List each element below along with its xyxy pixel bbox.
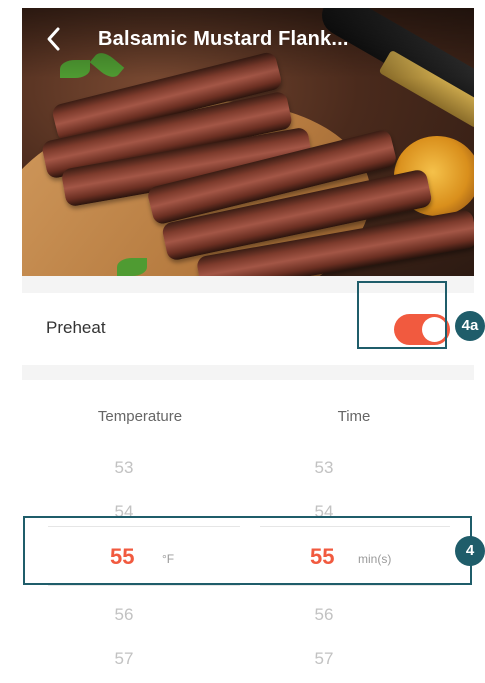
annotation-badge-4a: 4a [455, 311, 485, 341]
selection-line-bottom [48, 585, 240, 586]
time-option[interactable]: 53 [294, 458, 354, 478]
temperature-option[interactable]: 57 [94, 649, 154, 669]
time-option[interactable]: 56 [294, 605, 354, 625]
chevron-left-icon [47, 27, 60, 51]
temperature-option[interactable]: 56 [94, 605, 154, 625]
annotation-box-picker [23, 516, 472, 585]
temperature-option[interactable]: 53 [94, 458, 154, 478]
annotation-box-toggle [357, 281, 447, 349]
annotation-badge-4: 4 [455, 536, 485, 566]
time-option[interactable]: 57 [294, 649, 354, 669]
recipe-hero-image: Balsamic Mustard Flank... [22, 8, 474, 276]
selection-line-bottom [260, 585, 450, 586]
back-button[interactable] [44, 26, 68, 54]
time-header: Time [337, 408, 371, 425]
basil-leaf [117, 258, 147, 276]
temperature-header: Temperature [97, 408, 183, 425]
preheat-label: Preheat [46, 318, 106, 337]
recipe-title: Balsamic Mustard Flank... [98, 28, 349, 50]
